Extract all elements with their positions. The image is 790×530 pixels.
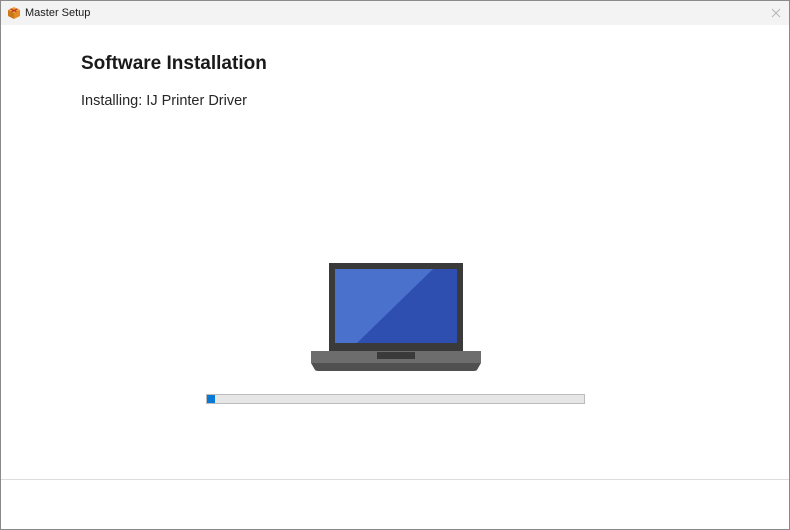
laptop-icon [311, 263, 481, 371]
page-title: Software Installation [81, 53, 267, 74]
title-bar[interactable]: Master Setup [1, 1, 789, 25]
installer-window: Master Setup Software Installation Insta… [0, 0, 790, 530]
close-icon [771, 8, 781, 18]
close-button[interactable] [765, 1, 787, 25]
install-progress-fill [207, 395, 215, 403]
install-status-text: Installing: IJ Printer Driver [81, 93, 247, 109]
content-area: Software Installation Installing: IJ Pri… [1, 25, 789, 479]
install-progress-bar [206, 394, 585, 404]
footer-area [1, 480, 789, 529]
package-box-icon [8, 7, 20, 19]
window-title: Master Setup [25, 7, 91, 19]
